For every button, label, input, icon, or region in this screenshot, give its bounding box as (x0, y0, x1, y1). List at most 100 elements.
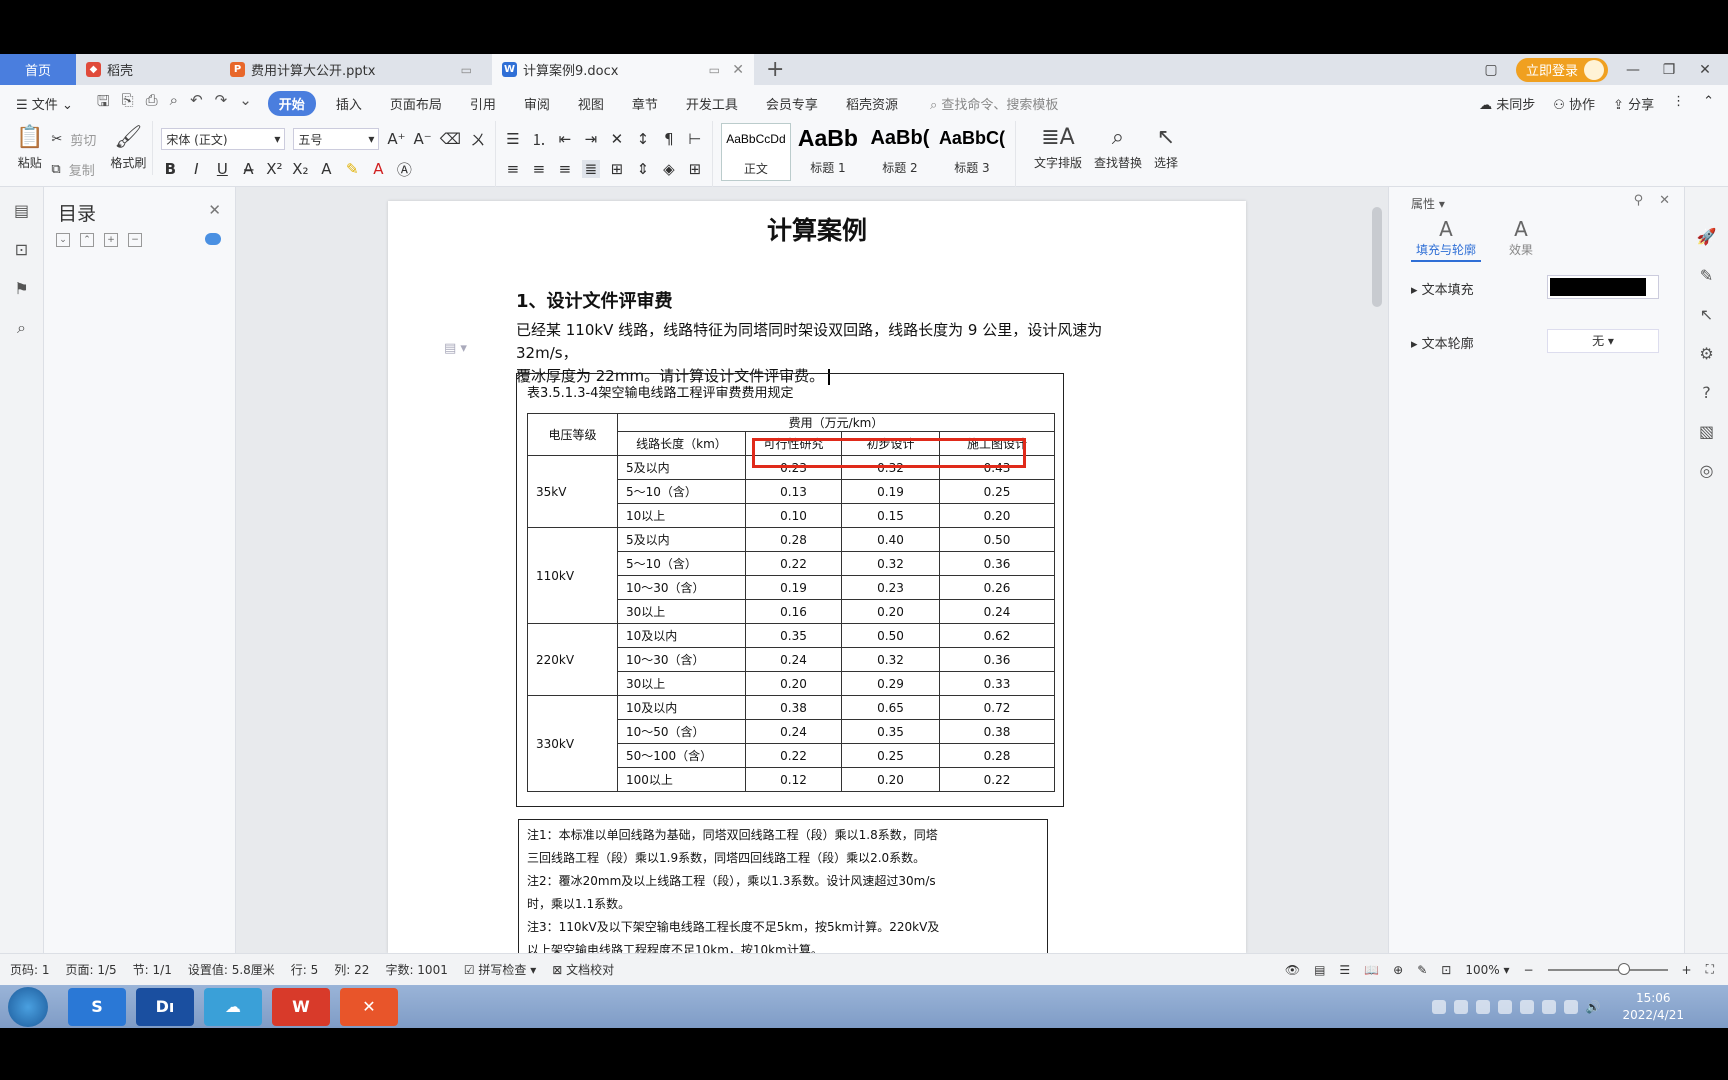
tab-pptx[interactable]: P 费用计算大公开.pptx ▭ (220, 54, 492, 85)
menu-docer[interactable]: 稻壳资源 (832, 94, 912, 113)
zoom-out-icon[interactable]: − (1523, 963, 1533, 977)
status-page[interactable]: 页码: 1 (10, 961, 50, 978)
sync-button[interactable]: ☁ 未同步 (1479, 94, 1535, 113)
text-effect-icon[interactable]: A (317, 160, 335, 178)
export-icon[interactable]: ⎘ (122, 91, 134, 116)
tray-icon[interactable] (1453, 999, 1468, 1014)
preview-icon[interactable]: ⌕ (170, 91, 178, 116)
superscript-icon[interactable]: X² (265, 160, 283, 178)
image-icon[interactable]: ▧ (1699, 422, 1714, 441)
strikethrough-icon[interactable]: A̶ (239, 160, 257, 178)
redo-icon[interactable]: ↷ (215, 91, 228, 116)
document-canvas[interactable]: 计算案例 1、设计文件评审费 ▤ ▾ 已经某 110kV 线路，线路特征为同塔同… (236, 187, 1388, 953)
tab-docer[interactable]: ◆ 稻壳 (76, 54, 220, 85)
vertical-scrollbar[interactable] (1372, 207, 1382, 307)
wps-ppt-icon[interactable]: ✕ (340, 987, 398, 1026)
style-heading3[interactable]: AaBbC(标题 3 (937, 123, 1007, 181)
toc-expand-icon[interactable]: ⌄ (56, 233, 70, 247)
text-outline-row[interactable]: ▸ 文本轮廓 (1411, 333, 1474, 352)
status-pages[interactable]: 页面: 1/5 (66, 961, 117, 978)
status-section[interactable]: 节: 1/1 (133, 961, 172, 978)
menu-layout[interactable]: 页面布局 (376, 94, 456, 113)
tab-stops-icon[interactable]: ⊢ (686, 130, 704, 148)
text-layout-button[interactable]: ≣A 文字排版 (1028, 121, 1088, 175)
align-right-icon[interactable]: ≡ (556, 160, 574, 178)
outline-view-icon[interactable]: ☰ (1339, 963, 1350, 977)
menu-reference[interactable]: 引用 (456, 94, 510, 113)
help-icon[interactable]: ? (1702, 383, 1711, 402)
tray-icon[interactable] (1541, 999, 1556, 1014)
props-header[interactable]: 属性 ▾ (1411, 195, 1445, 212)
eye-icon[interactable]: 👁 (1285, 963, 1300, 977)
tray-icon[interactable] (1519, 999, 1534, 1014)
line-spacing-icon[interactable]: ⇕ (634, 160, 652, 178)
numbered-list-icon[interactable]: ⒈ (530, 129, 548, 150)
save-icon[interactable]: 🖫 (97, 91, 110, 116)
text-outline-select[interactable]: 无 ▾ (1547, 329, 1659, 353)
zoom-slider[interactable] (1547, 962, 1668, 975)
tray-icon[interactable] (1497, 999, 1512, 1014)
grow-font-icon[interactable]: A⁺ (387, 130, 405, 148)
select-button[interactable]: ↖ 选择 (1148, 121, 1184, 175)
align-center-icon[interactable]: ≡ (530, 160, 548, 178)
font-size-select[interactable]: 五号 ▾ (293, 128, 380, 150)
paste-button[interactable]: 📋 粘贴 (10, 121, 49, 175)
font-family-select[interactable]: 宋体 (正文) ▾ (161, 128, 286, 150)
toc-remove-icon[interactable]: − (128, 233, 142, 247)
italic-icon[interactable]: I (187, 160, 205, 178)
text-fill-row[interactable]: ▸ 文本填充 (1411, 279, 1474, 298)
nav-panel-icon[interactable]: ⊡ (15, 240, 28, 259)
toc-collapse-icon[interactable]: ⌃ (80, 233, 94, 247)
tray-icon[interactable] (1431, 999, 1446, 1014)
status-word-count[interactable]: 字数: 1001 (385, 961, 447, 978)
tray-icon[interactable] (1475, 999, 1490, 1014)
borders-icon[interactable]: ⊞ (686, 160, 704, 178)
sogou-icon[interactable]: S (68, 987, 126, 1026)
toc-toggle[interactable] (205, 233, 221, 245)
tab-fill-outline[interactable]: A 填充与轮廓 (1411, 217, 1481, 262)
menu-member[interactable]: 会员专享 (752, 94, 832, 113)
undo-icon[interactable]: ↶ (190, 91, 203, 116)
notes-box[interactable]: 注1：本标准以单回线路为基础，同塔双回线路工程（段）乘以1.8系数，同塔 三回线… (518, 819, 1048, 953)
shading-icon[interactable]: ◈ (660, 160, 678, 178)
reading-view-icon[interactable]: 📖 (1364, 963, 1379, 977)
toc-add-icon[interactable]: + (104, 233, 118, 247)
menu-view[interactable]: 视图 (564, 94, 618, 113)
multi-window-icon[interactable]: ▢ (1480, 62, 1502, 78)
tab-pin-icon[interactable]: ▭ (461, 63, 472, 77)
clear-format-icon[interactable]: ⌫ (440, 130, 461, 148)
minimize-icon[interactable]: — (1622, 62, 1644, 78)
login-button[interactable]: 立即登录 (1515, 57, 1608, 82)
zoom-select[interactable]: 100% ▾ (1465, 963, 1509, 977)
menu-start[interactable]: 开始 (267, 90, 316, 116)
tab-pin-icon[interactable]: ▭ (709, 63, 720, 77)
share-button[interactable]: ⇪ 分享 (1613, 94, 1654, 113)
new-tab-button[interactable]: + (754, 54, 796, 85)
tab-close-icon[interactable]: ✕ (732, 62, 744, 78)
menu-developer[interactable]: 开发工具 (672, 94, 752, 113)
menu-review[interactable]: 审阅 (510, 94, 564, 113)
align-left-icon[interactable]: ≡ (504, 160, 522, 178)
command-search[interactable]: ⌕ 查找命令、搜索模板 (912, 94, 1058, 113)
paragraph-handle-icon[interactable]: ▤ ▾ (444, 341, 467, 356)
wps-icon[interactable]: W (272, 987, 330, 1026)
start-button[interactable] (8, 986, 48, 1027)
tab-docx[interactable]: W 计算案例9.docx ▭ ✕ (492, 54, 754, 85)
style-heading1[interactable]: AaBb 标题 1 (793, 123, 863, 181)
subscript-icon[interactable]: X₂ (291, 160, 309, 178)
bullet-list-icon[interactable]: ☰ (504, 130, 522, 148)
fit-page-icon[interactable]: ⊡ (1441, 963, 1451, 977)
document-page[interactable]: 计算案例 1、设计文件评审费 ▤ ▾ 已经某 110kV 线路，线路特征为同塔同… (388, 201, 1246, 953)
web-view-icon[interactable]: ⊕ (1393, 963, 1403, 977)
settings-icon[interactable]: ⚙ (1699, 344, 1713, 363)
format-painter-button[interactable]: 🖌 格式刷 (104, 121, 154, 175)
show-marks-icon[interactable]: ¶ (660, 130, 678, 148)
pin-icon[interactable]: ⚲ (1634, 193, 1644, 208)
edit-icon[interactable]: ✎ (1417, 963, 1427, 977)
search-icon[interactable]: ⌕ (17, 318, 26, 338)
file-menu[interactable]: ☰ 文件 ⌄ (14, 94, 87, 113)
restore-icon[interactable]: ❐ (1658, 62, 1680, 78)
sort-icon[interactable]: ↕ (634, 130, 652, 148)
bookmark-icon[interactable]: ⚑ (14, 279, 28, 298)
collab-button[interactable]: ⚇ 协作 (1553, 94, 1595, 113)
